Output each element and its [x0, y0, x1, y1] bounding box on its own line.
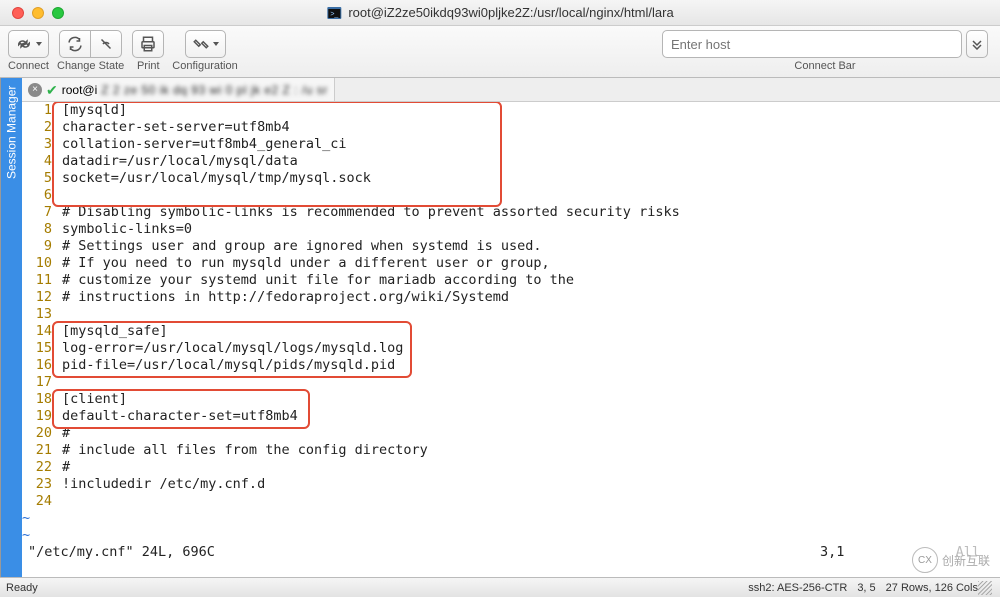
tab-label: root@i: [62, 83, 98, 97]
watermark-text: 创新互联: [942, 552, 990, 569]
main-area: Session Manager × ✔ root@i Z 2 ze 50 ik …: [0, 78, 1000, 577]
close-icon[interactable]: ×: [28, 83, 42, 97]
minimize-window-button[interactable]: [32, 7, 44, 19]
connect-bar-label: Connect Bar: [794, 60, 855, 72]
tabstrip: × ✔ root@i Z 2 ze 50 ik dq 93 wi 0 pl jk…: [22, 78, 1000, 102]
watermark-logo-icon: CX: [912, 547, 938, 573]
close-window-button[interactable]: [12, 7, 24, 19]
chevron-down-icon: [213, 42, 219, 46]
zoom-window-button[interactable]: [52, 7, 64, 19]
toolbar: Connect Change State Print Configura: [0, 26, 1000, 78]
traffic-lights: [0, 7, 64, 19]
workspace: × ✔ root@i Z 2 ze 50 ik dq 93 wi 0 pl jk…: [22, 78, 1000, 577]
window-title-text: root@iZ2ze50ikdq93wi0pljke2Z:/usr/local/…: [348, 5, 673, 20]
tab-label-obscured: Z 2 ze 50 ik dq 93 wi 0 pl jk e2 Z : /u …: [101, 83, 327, 97]
check-icon: ✔: [46, 83, 58, 97]
status-pos: 3, 5: [857, 582, 875, 594]
code-content: [mysqld]character-set-server=utf8mb4coll…: [56, 102, 1000, 561]
terminal-icon: >_: [326, 5, 342, 21]
host-more-button[interactable]: [966, 30, 988, 58]
status-ready: Ready: [0, 582, 38, 594]
disconnect-button[interactable]: [91, 30, 122, 58]
print-label: Print: [137, 60, 160, 72]
change-state-label: Change State: [57, 60, 124, 72]
titlebar: >_ root@iZ2ze50ikdq93wi0pljke2Z:/usr/loc…: [0, 0, 1000, 26]
status-cipher: ssh2: AES-256-CTR: [748, 582, 847, 594]
statusbar: Ready ssh2: AES-256-CTR 3, 5 27 Rows, 12…: [0, 577, 1000, 597]
chevron-down-icon: [36, 42, 42, 46]
configuration-label: Configuration: [172, 60, 237, 72]
line-number-gutter: 123456789101112131415161718192021222324: [22, 102, 56, 577]
connect-label: Connect: [8, 60, 49, 72]
connect-button[interactable]: [8, 30, 49, 58]
session-manager-tab[interactable]: Session Manager: [0, 78, 22, 577]
window-title-wrap: >_ root@iZ2ze50ikdq93wi0pljke2Z:/usr/loc…: [326, 5, 673, 21]
resize-grip-icon[interactable]: [978, 581, 992, 595]
watermark: CX 创新互联: [908, 545, 994, 575]
print-button[interactable]: [132, 30, 164, 58]
status-size: 27 Rows, 126 Cols: [886, 582, 978, 594]
host-input[interactable]: [662, 30, 962, 58]
svg-text:>_: >_: [330, 11, 338, 18]
session-tab[interactable]: × ✔ root@i Z 2 ze 50 ik dq 93 wi 0 pl jk…: [22, 78, 335, 101]
configuration-button[interactable]: [185, 30, 226, 58]
terminal-editor[interactable]: 123456789101112131415161718192021222324 …: [22, 102, 1000, 577]
reconnect-button[interactable]: [59, 30, 91, 58]
